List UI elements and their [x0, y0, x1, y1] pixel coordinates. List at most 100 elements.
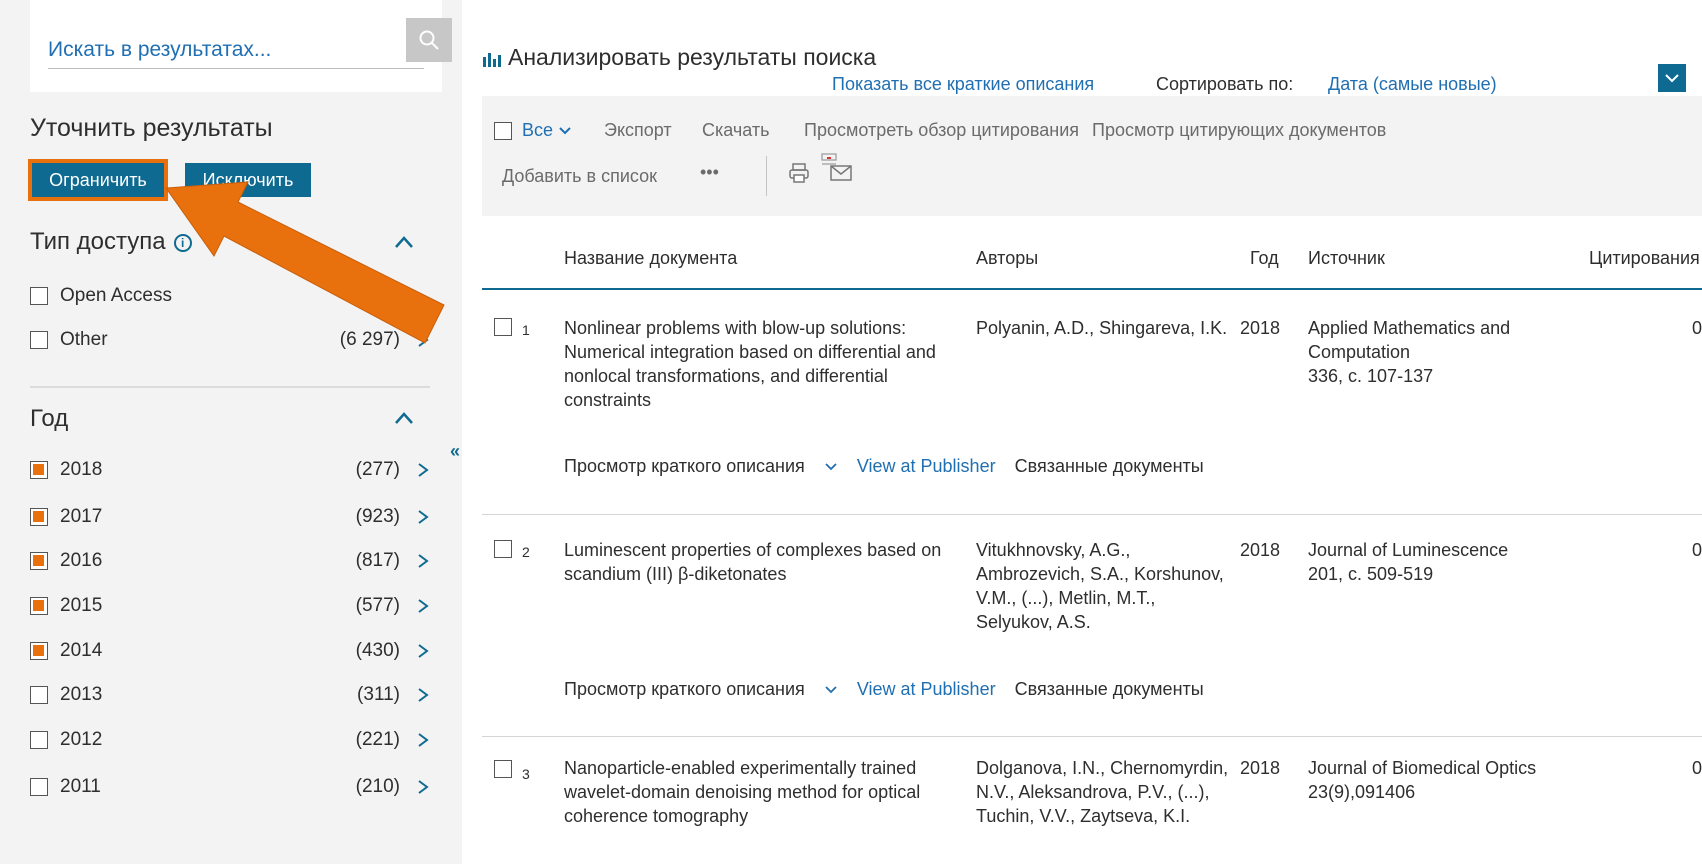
chevron-down-icon	[1665, 74, 1679, 83]
related-documents-link[interactable]: Связанные документы	[1015, 679, 1204, 699]
facet-item-label: 2016	[60, 550, 103, 571]
facet-item-year[interactable]: 2016 (817)	[30, 548, 440, 578]
search-input[interactable]: Искать в результатах...	[48, 38, 271, 62]
col-header-authors[interactable]: Авторы	[976, 248, 1038, 269]
year-value: 2018	[1240, 540, 1281, 560]
view-at-publisher-link[interactable]: View at Publisher	[857, 456, 996, 476]
authors-link[interactable]: Vitukhnovsky, A.G., Ambrozevich, S.A., K…	[976, 538, 1236, 634]
facet-item-year[interactable]: 2011 (210)	[30, 774, 440, 804]
facet-item-year[interactable]: 2013 (311)	[30, 682, 440, 712]
year-value: 2018	[1240, 758, 1281, 778]
facet-item-count: (923)	[355, 506, 400, 527]
row-checkbox[interactable]	[494, 760, 512, 778]
search-input-underline	[48, 68, 424, 69]
add-to-list-button[interactable]: Добавить в список	[502, 166, 657, 187]
source-detail: 336, с. 107-137	[1308, 366, 1434, 386]
facet-item-label: 2017	[60, 506, 103, 527]
print-icon[interactable]	[788, 162, 810, 184]
col-header-year[interactable]: Год	[1250, 248, 1279, 269]
select-all-dropdown[interactable]: Все	[522, 120, 572, 141]
sort-dropdown-button[interactable]	[1658, 64, 1686, 92]
view-abstract-button[interactable]: Просмотр краткого описания	[564, 679, 838, 699]
search-within-results: Искать в результатах...	[30, 0, 452, 92]
facet-item-year[interactable]: 2018 (277)	[30, 457, 440, 487]
chevron-right-icon[interactable]	[416, 688, 430, 702]
document-title-link[interactable]: Nonlinear problems with blow-up solution…	[564, 316, 964, 412]
limit-to-button[interactable]: Ограничить	[28, 159, 168, 201]
row-divider	[482, 514, 1702, 515]
facet-item-year[interactable]: 2017 (923)	[30, 504, 440, 534]
facet-item-label: 2013	[60, 684, 103, 705]
chevron-right-icon[interactable]	[416, 333, 430, 347]
row-checkbox[interactable]	[494, 318, 512, 336]
cites-count: 0	[1691, 540, 1702, 560]
chevron-right-icon[interactable]	[416, 554, 430, 568]
checkbox[interactable]	[30, 597, 48, 615]
document-title-link[interactable]: Nanoparticle-enabled experimentally trai…	[564, 756, 964, 828]
chevron-right-icon[interactable]	[416, 510, 430, 524]
checkbox[interactable]	[30, 508, 48, 526]
checkbox[interactable]	[30, 686, 48, 704]
search-button[interactable]	[406, 18, 452, 62]
facet-item-count: (6 297)	[339, 329, 400, 350]
chevron-right-icon[interactable]	[416, 463, 430, 477]
checkbox[interactable]	[30, 287, 48, 305]
exclude-button[interactable]: Исключить	[185, 163, 311, 197]
pdf-icon[interactable]	[818, 152, 840, 174]
facet-item-count: (577)	[355, 595, 400, 616]
more-options-button[interactable]: •••	[700, 162, 719, 183]
authors-link[interactable]: Dolganova, I.N., Chernomyrdin, N.V., Ale…	[976, 756, 1236, 828]
chevron-up-icon[interactable]	[394, 408, 414, 428]
col-header-source[interactable]: Источник	[1308, 248, 1385, 269]
row-number: 1	[522, 322, 530, 338]
checkbox[interactable]	[30, 461, 48, 479]
facet-item-year[interactable]: 2012 (221)	[30, 727, 440, 757]
view-citing-documents-button[interactable]: Просмотр цитирующих документов	[1092, 120, 1386, 141]
related-documents-link[interactable]: Связанные документы	[1015, 456, 1204, 476]
source-name[interactable]: Journal of Luminescence	[1308, 538, 1568, 562]
col-header-cites[interactable]: Цитирования	[1589, 248, 1700, 269]
facet-item-label: 2018	[60, 459, 103, 480]
row-checkbox[interactable]	[494, 540, 512, 558]
chevron-right-icon[interactable]	[416, 733, 430, 747]
collapse-sidebar-icon[interactable]: «	[450, 441, 460, 462]
checkbox[interactable]	[30, 552, 48, 570]
chevron-down-icon	[825, 686, 837, 694]
export-button[interactable]: Экспорт	[604, 120, 672, 141]
chevron-up-icon[interactable]	[394, 232, 414, 252]
facet-item-year[interactable]: 2014 (430)	[30, 638, 440, 668]
access-type-facet-title: Тип доступа i	[30, 228, 192, 256]
chevron-right-icon[interactable]	[416, 599, 430, 613]
citation-overview-button[interactable]: Просмотреть обзор цитирования	[804, 120, 1079, 141]
facet-item-other[interactable]: Other (6 297)	[30, 327, 440, 357]
document-title-link[interactable]: Luminescent properties of complexes base…	[564, 538, 964, 586]
source-name[interactable]: Applied Mathematics and Computation	[1308, 316, 1568, 364]
download-button[interactable]: Скачать	[702, 120, 770, 141]
facet-item-year[interactable]: 2015 (577)	[30, 593, 440, 623]
facet-item-count: (430)	[355, 640, 400, 661]
checkbox[interactable]	[30, 778, 48, 796]
info-icon[interactable]: i	[173, 233, 192, 252]
results-toolbar: Все Экспорт Скачать Просмотреть обзор ци…	[482, 96, 1702, 216]
analyze-results-link[interactable]: Анализировать результаты поиска	[482, 44, 876, 71]
year-facet-title: Год	[30, 405, 69, 432]
facet-item-open-access[interactable]: Open Access (35	[30, 283, 440, 313]
source-name[interactable]: Journal of Biomedical Optics	[1308, 756, 1568, 780]
select-all-checkbox[interactable]	[494, 122, 512, 140]
facet-item-label: 2012	[60, 729, 103, 750]
facet-item-count: (817)	[355, 550, 400, 571]
show-all-abstracts-link[interactable]: Показать все краткие описания	[832, 74, 1094, 95]
sidebar: Искать в результатах... Уточнить результ…	[0, 0, 462, 864]
row-divider	[482, 736, 1702, 737]
checkbox[interactable]	[30, 642, 48, 660]
view-at-publisher-link[interactable]: View at Publisher	[857, 679, 996, 699]
source-detail: 201, с. 509-519	[1308, 564, 1434, 584]
chevron-right-icon[interactable]	[416, 780, 430, 794]
col-header-title[interactable]: Название документа	[564, 248, 737, 269]
checkbox[interactable]	[30, 331, 48, 349]
checkbox[interactable]	[30, 731, 48, 749]
view-abstract-button[interactable]: Просмотр краткого описания	[564, 456, 838, 476]
authors-link[interactable]: Polyanin, A.D., Shingareva, I.K.	[976, 316, 1236, 340]
sort-label: Сортировать по:	[1156, 74, 1294, 94]
chevron-right-icon[interactable]	[416, 644, 430, 658]
